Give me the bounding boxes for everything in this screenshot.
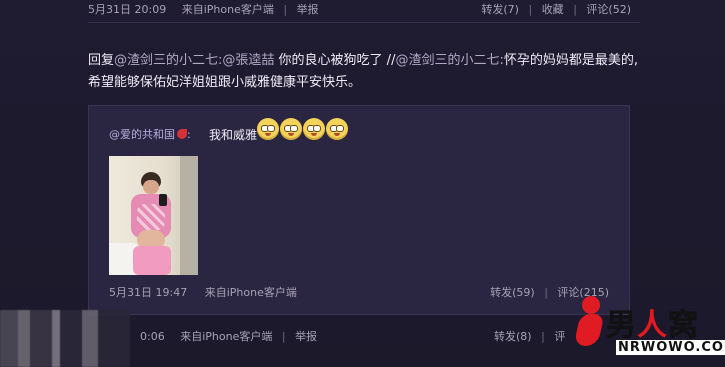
post-text: 回复@渣剑三的小二七:@張逵喆 你的良心被狗吃了 //@渣剑三的小二七:怀孕的妈… bbox=[88, 50, 648, 94]
post-time[interactable]: 5月31日 20:09 bbox=[88, 3, 166, 16]
mention-link[interactable]: @渣剑三的小二七: bbox=[395, 53, 503, 68]
quoted-author[interactable]: @爱的共和国: bbox=[109, 126, 191, 142]
favorite-button[interactable]: 收藏 bbox=[542, 3, 564, 16]
report-link[interactable]: 举报 bbox=[297, 3, 319, 16]
post-source: 来自iPhone客户端 bbox=[180, 330, 273, 343]
post-divider bbox=[88, 22, 640, 23]
quoted-time[interactable]: 5月31日 19:47 bbox=[109, 286, 187, 299]
blush-emoji-icon bbox=[326, 118, 348, 140]
weibo-feed: 5月31日 20:09 来自iPhone客户端 | 举报 转发(7) | 收藏 … bbox=[0, 0, 725, 367]
post-actions: 转发(7) | 收藏 | 评论(52) bbox=[481, 3, 631, 16]
post-meta: 5月31日 20:09 来自iPhone客户端 | 举报 bbox=[88, 3, 319, 16]
quoted-source: 来自iPhone客户端 bbox=[204, 286, 297, 299]
post-actions: 转发(8) | 评 bbox=[494, 330, 566, 343]
author-name[interactable]: @爱的共和国 bbox=[109, 128, 175, 141]
reply-prefix: 回复 bbox=[88, 53, 115, 68]
post-photo[interactable] bbox=[109, 156, 198, 275]
mention-link[interactable]: @渣剑三的小二七: bbox=[114, 53, 222, 68]
repost-button[interactable]: 转发(8) bbox=[494, 330, 532, 343]
blush-emoji-icon bbox=[280, 118, 302, 140]
pixelated-avatar-region bbox=[0, 310, 130, 367]
blush-emoji-icon bbox=[303, 118, 325, 140]
post-source: 来自iPhone客户端 bbox=[181, 3, 274, 16]
quoted-meta: 5月31日 19:47 来自iPhone客户端 bbox=[109, 284, 297, 300]
logo-chinese: 男人窝 bbox=[606, 308, 699, 343]
post-time[interactable]: 0:06 bbox=[140, 330, 165, 343]
comment-button[interactable]: 评 bbox=[554, 330, 565, 343]
repost-button[interactable]: 转发(7) bbox=[481, 3, 519, 16]
comment-button[interactable]: 评论(52) bbox=[586, 3, 631, 16]
mention-link[interactable]: @張逵喆 bbox=[222, 53, 274, 68]
post-meta: 0:06 来自iPhone客户端 | 举报 bbox=[140, 330, 318, 343]
quoted-repost-button[interactable]: 转发(59) bbox=[490, 286, 535, 299]
verified-icon bbox=[177, 129, 187, 139]
report-link[interactable]: 举报 bbox=[295, 330, 317, 343]
site-watermark-logo: 男人窝 NRWOWO.COM bbox=[572, 296, 725, 366]
quoted-text: 我和威雅 bbox=[209, 128, 258, 142]
logo-url: NRWOWO.COM bbox=[616, 340, 725, 355]
blush-emoji-icon bbox=[257, 118, 279, 140]
reply-text: 你的良心被狗吃了 // bbox=[274, 53, 396, 68]
quoted-post: @爱的共和国: 我和威雅 5月31日 19:47 来自iPhone客户端 转发(… bbox=[88, 105, 630, 315]
